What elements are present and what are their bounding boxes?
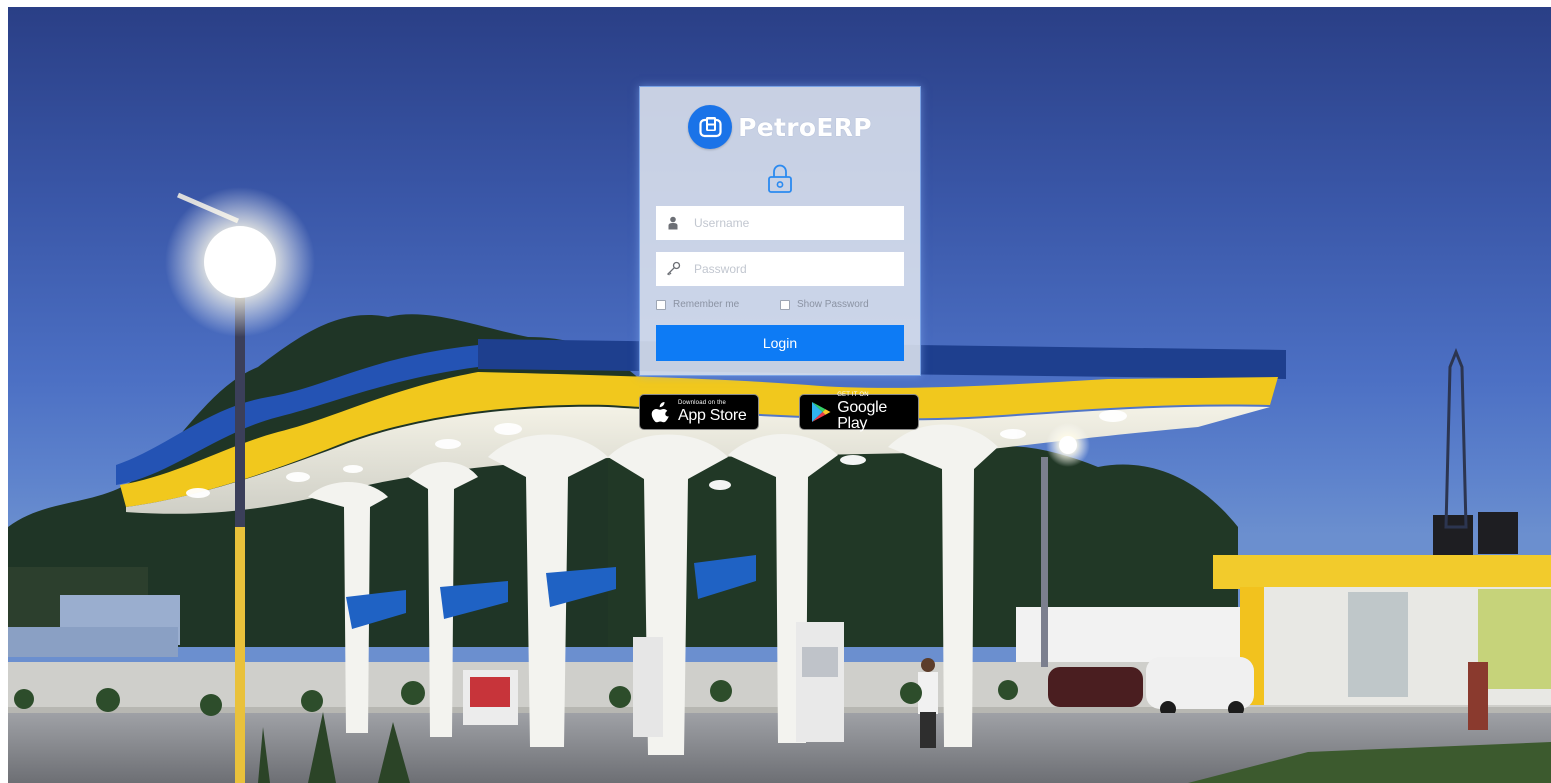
brand-name: PetroERP xyxy=(738,112,872,142)
app-store-caption: Download on the xyxy=(678,400,727,406)
apple-icon xyxy=(650,400,672,424)
login-options: Remember me Show Password xyxy=(656,299,904,313)
lock-icon xyxy=(765,163,795,195)
login-button[interactable]: Login xyxy=(656,325,904,361)
app-store-badge[interactable]: Download on the App Store xyxy=(639,394,759,430)
app-store-label: App Store xyxy=(678,407,747,424)
user-icon xyxy=(656,206,690,240)
remember-me-label: Remember me xyxy=(673,299,740,310)
remember-me-checkbox[interactable] xyxy=(656,299,666,310)
key-icon xyxy=(656,252,690,286)
username-field xyxy=(656,206,904,240)
google-play-caption: GET IT ON xyxy=(837,392,869,398)
password-input[interactable] xyxy=(690,254,894,284)
show-password-label: Show Password xyxy=(797,299,869,310)
brand: PetroERP xyxy=(640,105,920,149)
password-field xyxy=(656,252,904,286)
google-play-icon xyxy=(810,400,831,424)
show-password-option[interactable]: Show Password xyxy=(780,299,869,310)
remember-me-option[interactable]: Remember me xyxy=(656,299,739,310)
username-input[interactable] xyxy=(690,208,894,238)
fuel-pump-icon xyxy=(688,105,733,149)
show-password-checkbox[interactable] xyxy=(780,299,790,310)
google-play-label: Google Play xyxy=(837,399,887,432)
google-play-badge[interactable]: GET IT ON Google Play xyxy=(799,392,919,432)
login-card: PetroERP Username Remember me Show Passw… xyxy=(639,86,921,376)
login-page: PetroERP Username Remember me Show Passw… xyxy=(0,0,1551,783)
